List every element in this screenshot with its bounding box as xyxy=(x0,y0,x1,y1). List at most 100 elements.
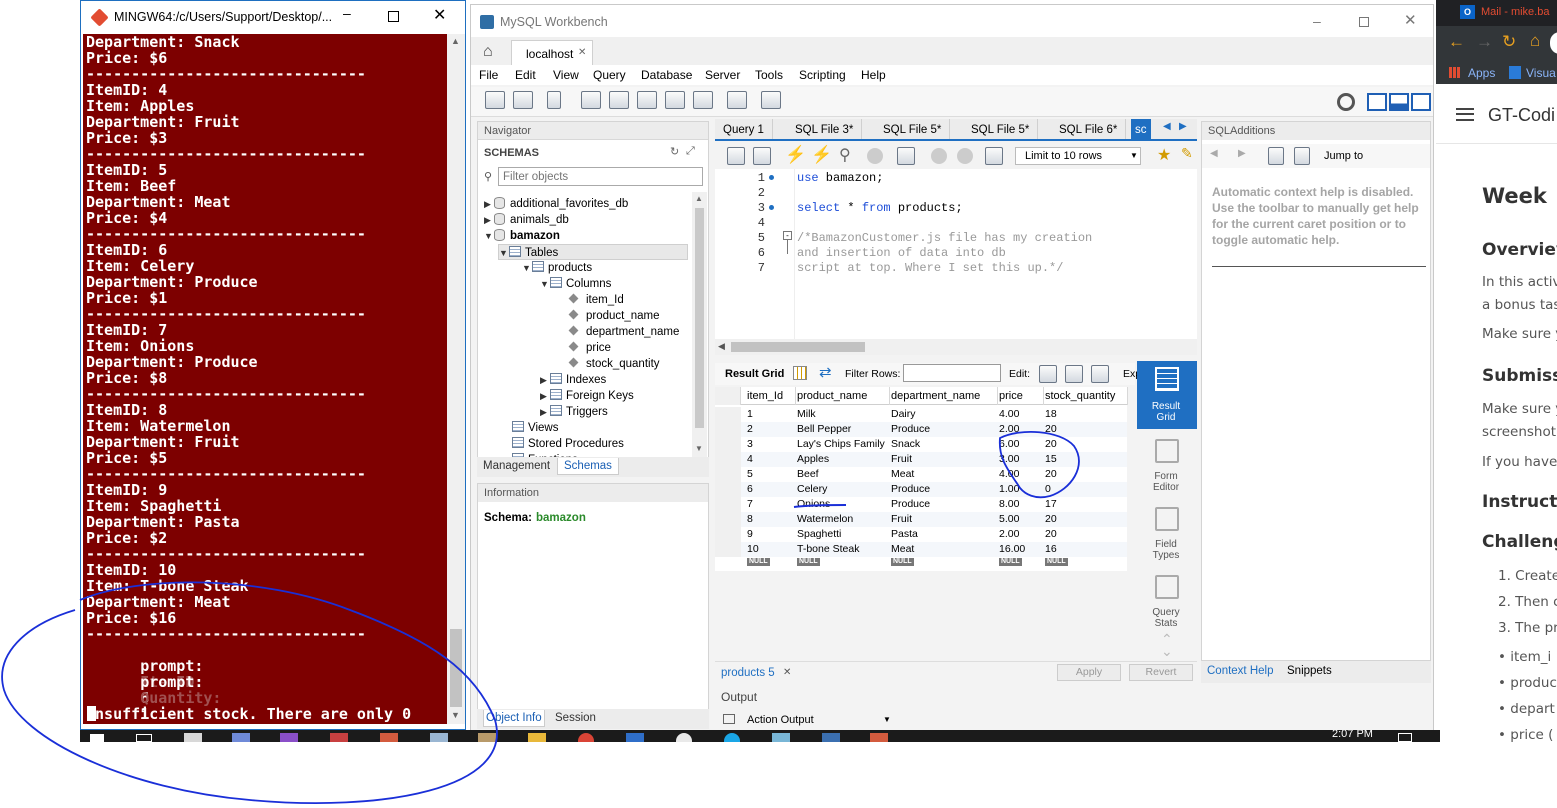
taskbar-app-icon[interactable] xyxy=(184,733,202,742)
close-tab-icon[interactable]: ✕ xyxy=(783,667,791,678)
tree-tables[interactable]: ▼ Tables xyxy=(498,244,688,260)
table-cell[interactable]: Bell Pepper xyxy=(797,422,851,437)
back-arrow-icon[interactable]: ← xyxy=(1448,32,1465,52)
table-cell[interactable]: 20 xyxy=(1045,422,1057,437)
expand-arrow-icon[interactable]: ▶ xyxy=(484,196,494,212)
column-separator[interactable] xyxy=(1127,387,1128,405)
minimize-button[interactable]: – xyxy=(343,5,351,21)
taskbar-app-icon[interactable] xyxy=(626,733,644,742)
row-selector[interactable] xyxy=(715,527,741,542)
table-cell[interactable]: 20 xyxy=(1045,467,1057,482)
sql-tab[interactable]: SQL File 3* xyxy=(787,119,863,139)
table-cell[interactable]: Pasta xyxy=(891,527,918,542)
task-view-icon[interactable] xyxy=(136,734,152,742)
apps-grid-icon[interactable] xyxy=(1449,67,1460,78)
new-sql-tab-icon[interactable] xyxy=(485,91,505,109)
expand-arrow-icon[interactable]: ▶ xyxy=(484,212,494,228)
bookmark-visual[interactable]: Visua xyxy=(1526,66,1556,80)
table-cell[interactable]: 7 xyxy=(747,497,753,512)
table-row[interactable]: 1 Milk Dairy 4.00 18 xyxy=(715,407,1127,422)
table-cell[interactable]: 16.00 xyxy=(999,542,1025,557)
tree-group[interactable]: ▶ Foreign Keys xyxy=(540,388,634,404)
table-cell[interactable]: Beef xyxy=(797,467,819,482)
table-cell[interactable]: 2 xyxy=(747,422,753,437)
table-cell[interactable]: 20 xyxy=(1045,437,1057,452)
save-file-icon[interactable] xyxy=(753,147,771,165)
menu-edit[interactable]: Edit xyxy=(515,68,536,82)
sql-tab[interactable]: Query 1 xyxy=(715,119,773,139)
address-bar[interactable] xyxy=(1550,32,1557,54)
notification-icon[interactable] xyxy=(1398,733,1412,742)
close-button[interactable]: ✕ xyxy=(433,5,446,25)
row-selector[interactable] xyxy=(715,512,741,527)
row-selector[interactable] xyxy=(715,482,741,497)
terminal-body[interactable]: Department: Snack Price: $6 --------------… xyxy=(83,34,447,770)
scroll-thumb[interactable] xyxy=(450,629,462,707)
table-row[interactable]: 9 Spaghetti Pasta 2.00 20 xyxy=(715,527,1127,542)
table-row[interactable]: 3 Lay's Chips Family Snack 6.00 20 xyxy=(715,437,1127,452)
table-cell[interactable]: 6.00 xyxy=(999,437,1019,452)
tab-scroll-right-icon[interactable]: ▶ xyxy=(1179,121,1187,132)
row-selector-header[interactable] xyxy=(715,387,741,405)
minimize-button[interactable]: – xyxy=(1313,13,1321,29)
side-result-grid-button[interactable]: Result Grid xyxy=(1137,361,1197,429)
taskbar-app-icon[interactable] xyxy=(870,733,888,742)
auto-help-icon[interactable] xyxy=(1294,147,1310,165)
stop-icon[interactable] xyxy=(867,148,883,164)
table-cell[interactable]: Snack xyxy=(891,437,920,452)
menu-file[interactable]: File xyxy=(479,68,498,82)
filter-objects-input[interactable] xyxy=(498,167,703,186)
search-table-data-icon[interactable] xyxy=(727,91,747,109)
table-row[interactable]: 6 Celery Produce 1.00 0 xyxy=(715,482,1127,497)
scroll-up-arrow-icon[interactable]: ▲ xyxy=(451,36,460,46)
collapse-arrow-icon[interactable]: ▼ xyxy=(522,260,532,276)
maximize-button[interactable] xyxy=(388,11,399,22)
table-cell[interactable]: 3.00 xyxy=(999,452,1019,467)
null-badge[interactable]: NULL xyxy=(1045,558,1068,566)
table-row[interactable]: 4 Apples Fruit 3.00 15 xyxy=(715,452,1127,467)
table-cell[interactable]: Onions xyxy=(797,497,830,512)
table-cell[interactable]: Meat xyxy=(891,467,914,482)
table-cell[interactable]: 4.00 xyxy=(999,467,1019,482)
delete-row-icon[interactable] xyxy=(1091,365,1109,383)
clock[interactable]: 2:07 PM xyxy=(1332,730,1373,740)
taskbar-app-icon[interactable] xyxy=(822,733,840,742)
tree-group[interactable]: ▶ Triggers xyxy=(540,404,608,420)
column-header[interactable]: price xyxy=(997,389,1023,404)
table-cell[interactable]: Meat xyxy=(891,542,914,557)
column-header[interactable]: item_Id xyxy=(745,389,783,404)
table-cell[interactable]: 10 xyxy=(747,542,759,557)
schema-additional-favorites-db[interactable]: ▶ additional_favorites_db xyxy=(484,196,628,212)
tab-scroll-left-icon[interactable]: ◀ xyxy=(1163,121,1171,132)
table-cell[interactable]: 8 xyxy=(747,512,753,527)
scroll-thumb[interactable] xyxy=(731,342,865,352)
manual-help-icon[interactable] xyxy=(1268,147,1284,165)
menu-query[interactable]: Query xyxy=(593,68,626,82)
table-cell[interactable]: 3 xyxy=(747,437,753,452)
table-cell[interactable]: 1 xyxy=(747,407,753,422)
sql-tab[interactable]: SQL File 5* xyxy=(875,119,951,139)
toggle-sidebar-icon[interactable] xyxy=(1367,93,1387,111)
close-button[interactable]: ✕ xyxy=(1404,11,1417,29)
toggle-secondary-sidebar-icon[interactable] xyxy=(1411,93,1431,111)
start-button-icon[interactable] xyxy=(90,734,104,742)
grid-layout-icon[interactable] xyxy=(793,366,807,380)
field-types-icon[interactable] xyxy=(1155,507,1179,531)
sql-code-editor[interactable]: 1234567 - use bamazon; select * from pro… xyxy=(715,169,1197,339)
tree-object-folder[interactable]: Views xyxy=(512,420,558,436)
new-row[interactable]: NULL NULL NULL NULL NULL xyxy=(715,557,1127,567)
output-type-select[interactable]: Action Output ▼ xyxy=(721,711,891,729)
menu-view[interactable]: View xyxy=(553,68,579,82)
create-table-icon[interactable] xyxy=(609,91,629,109)
collapse-arrow-icon[interactable]: ▼ xyxy=(540,276,550,292)
menu-database[interactable]: Database xyxy=(641,68,692,82)
browser-tab-title[interactable]: Mail - mike.ba xyxy=(1481,6,1549,18)
tab-snippets[interactable]: Snippets xyxy=(1287,665,1332,677)
limit-rows-select[interactable]: Limit to 10 rows ▼ xyxy=(1015,147,1141,165)
tab-object-info[interactable]: Object Info xyxy=(483,710,545,727)
home-icon[interactable]: ⌂ xyxy=(483,43,493,61)
query-stats-icon[interactable] xyxy=(1155,575,1179,599)
sql-tab[interactable]: SQL File 5* xyxy=(963,119,1039,139)
table-row[interactable]: 10 T-bone Steak Meat 16.00 16 xyxy=(715,542,1127,557)
expand-icon[interactable]: ⤢ xyxy=(686,145,695,158)
